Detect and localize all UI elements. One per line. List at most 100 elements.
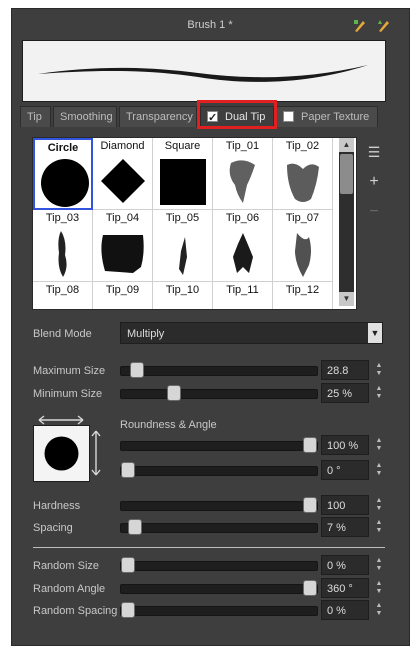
tip-label: Tip_02 (285, 140, 320, 152)
tab-paper-texture[interactable]: Paper Texture (276, 106, 378, 127)
random-spacing-field[interactable]: 0 % (321, 600, 369, 620)
blend-mode-label: Blend Mode (33, 328, 92, 340)
angle-spinner[interactable]: ▲ ▼ (374, 462, 384, 478)
tip-label: Square (164, 140, 201, 152)
tip-cell-tip_06[interactable]: Tip_06 (213, 210, 273, 282)
hardness-slider[interactable] (120, 497, 318, 513)
angle-field[interactable]: 0 ° (321, 460, 369, 480)
tip-cell-tip_07[interactable]: Tip_07 (273, 210, 333, 282)
tip-cell-tip_08[interactable]: Tip_08 (33, 282, 93, 309)
angle-slider[interactable] (120, 462, 318, 478)
tip-label: Tip_06 (225, 212, 260, 224)
slider-thumb[interactable] (128, 519, 142, 535)
tip-label: Tip_12 (285, 284, 320, 296)
tip-thumbnail (93, 155, 153, 212)
tip-cell-tip_10[interactable]: Tip_10 (153, 282, 213, 309)
slider-thumb[interactable] (121, 557, 135, 573)
tip-grid-scrollbar[interactable]: ▲ ▼ (339, 138, 354, 306)
slider-thumb[interactable] (130, 362, 144, 378)
section-divider (33, 547, 385, 548)
minimum-size-value: 25 % (327, 388, 353, 400)
blend-mode-select[interactable]: Multiply ▼ (120, 322, 383, 344)
tip-thumbnail (153, 155, 213, 212)
tip-label: Tip_01 (225, 140, 260, 152)
slider-thumb[interactable] (121, 462, 135, 478)
spacing-slider[interactable] (120, 519, 318, 535)
tip-cell-tip_01[interactable]: Tip_01 (213, 138, 273, 210)
minimum-size-spinner[interactable]: ▲ ▼ (374, 385, 384, 401)
minimum-size-field[interactable]: 25 % (321, 383, 369, 403)
maximum-size-label: Maximum Size (33, 365, 106, 377)
slider-thumb[interactable] (303, 497, 317, 513)
tip-cell-tip_03[interactable]: Tip_03 (33, 210, 93, 282)
minimum-size-slider[interactable] (120, 385, 318, 401)
tip-thumbnail (35, 157, 95, 214)
tip-cell-tip_09[interactable]: Tip_09 (93, 282, 153, 309)
hardness-field[interactable]: 100 (321, 495, 369, 515)
slider-thumb[interactable] (167, 385, 181, 401)
tip-label: Tip_03 (45, 212, 80, 224)
tip-cell-diamond[interactable]: Diamond (93, 138, 153, 210)
slider-thumb[interactable] (121, 602, 135, 618)
tip-cell-tip_05[interactable]: Tip_05 (153, 210, 213, 282)
spacing-field[interactable]: 7 % (321, 517, 369, 537)
tab-transparency[interactable]: Transparency (119, 106, 197, 127)
tip-cell-square[interactable]: Square (153, 138, 213, 210)
spacing-spinner[interactable]: ▲ ▼ (374, 519, 384, 535)
tip-thumbnail (153, 227, 213, 284)
maximum-size-field[interactable]: 28.8 (321, 360, 369, 380)
tip-label: Tip_10 (165, 284, 200, 296)
slider-thumb[interactable] (303, 437, 317, 453)
slider-thumb[interactable] (303, 580, 317, 596)
roundness-value: 100 % (327, 440, 359, 452)
scroll-thumb[interactable] (340, 154, 353, 194)
tip-cell-tip_12[interactable]: Tip_12 (273, 282, 333, 309)
tip-label: Tip_04 (105, 212, 140, 224)
tip-label: Tip_05 (165, 212, 200, 224)
maximum-size-value: 28.8 (327, 365, 349, 377)
maximum-size-slider[interactable] (120, 362, 318, 378)
scroll-down-arrow[interactable]: ▼ (339, 292, 354, 306)
random-spacing-label: Random Spacing (33, 605, 118, 617)
tip-menu-icon[interactable]: ☰ (365, 144, 383, 161)
tab-smoothing-label: Smoothing (60, 111, 113, 123)
random-angle-slider[interactable] (120, 580, 318, 596)
add-tip-icon[interactable]: + (365, 173, 383, 191)
random-angle-field[interactable]: 360 ° (321, 578, 369, 598)
tab-transparency-label: Transparency (126, 111, 193, 123)
tip-thumbnail (273, 227, 333, 284)
tab-tip-label: Tip (27, 111, 42, 123)
random-size-field[interactable]: 0 % (321, 555, 369, 575)
blend-mode-value: Multiply (127, 328, 165, 340)
roundness-spinner[interactable]: ▲ ▼ (374, 437, 384, 453)
tab-smoothing[interactable]: Smoothing (53, 106, 117, 127)
roundness-field[interactable]: 100 % (321, 435, 369, 455)
tip-library-grid: Circle Diamond Square Tip_01 Tip_02 Tip_03 Tip… (32, 137, 357, 310)
tip-cell-tip_02[interactable]: Tip_02 (273, 138, 333, 210)
tip-thumbnail (273, 155, 333, 212)
tip-label: Tip_09 (105, 284, 140, 296)
chevron-down-icon: ▼ (368, 323, 382, 343)
tip-thumbnail (213, 227, 273, 284)
tip-cell-tip_04[interactable]: Tip_04 (93, 210, 153, 282)
paper-texture-checkbox[interactable] (283, 111, 294, 122)
random-size-slider[interactable] (120, 557, 318, 573)
random-spacing-spinner[interactable]: ▲ ▼ (374, 602, 384, 618)
random-size-spinner[interactable]: ▲ ▼ (374, 557, 384, 573)
roundness-slider[interactable] (120, 437, 318, 453)
maximum-size-spinner[interactable]: ▲ ▼ (374, 362, 384, 378)
tip-cell-tip_11[interactable]: Tip_11 (213, 282, 273, 309)
brush-new-icon[interactable] (376, 18, 392, 34)
stroke-preview (22, 40, 386, 102)
tab-tip[interactable]: Tip (20, 106, 51, 127)
brush-add-icon[interactable] (352, 18, 368, 34)
hardness-spinner[interactable]: ▲ ▼ (374, 497, 384, 513)
random-angle-value: 360 ° (327, 583, 353, 595)
dual-tip-highlight (197, 100, 277, 129)
random-spacing-slider[interactable] (120, 602, 318, 618)
remove-tip-icon[interactable]: − (365, 203, 383, 221)
angle-value: 0 ° (327, 465, 341, 477)
random-angle-spinner[interactable]: ▲ ▼ (374, 580, 384, 596)
scroll-up-arrow[interactable]: ▲ (339, 138, 354, 152)
tip-cell-circle[interactable]: Circle (33, 138, 93, 210)
